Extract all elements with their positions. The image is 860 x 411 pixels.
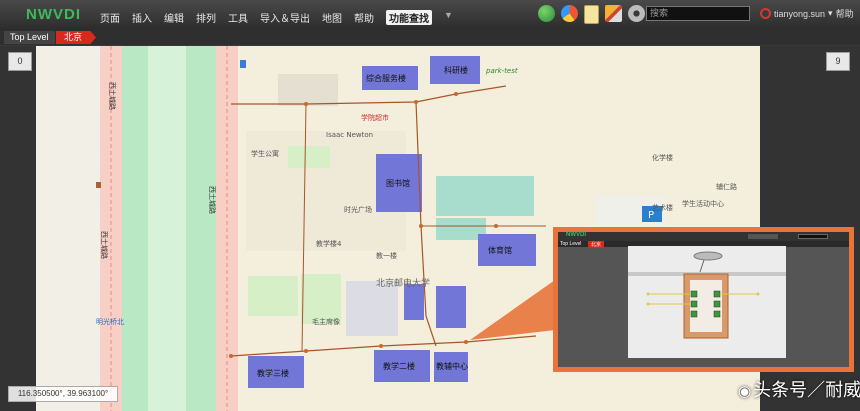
map-label-dorm: 学生公寓 bbox=[251, 149, 279, 158]
main-menu: 页面 插入 编辑 排列 工具 导入＆导出 地图 帮助 功能查找 ▼ bbox=[100, 10, 465, 25]
map-label-b4[interactable]: 体育馆 bbox=[488, 245, 512, 255]
menu-item-edit[interactable]: 编辑 bbox=[164, 10, 184, 25]
map-label-square: 时光广场 bbox=[344, 205, 372, 214]
map-label-b2[interactable]: 科研楼 bbox=[444, 65, 468, 75]
gear-icon[interactable] bbox=[628, 5, 645, 22]
username[interactable]: tianyong.sun bbox=[774, 9, 825, 19]
map-label-road-2: 西土城路 bbox=[100, 231, 109, 259]
map-label-teach1: 教一楼 bbox=[376, 251, 397, 260]
map-label-b5[interactable]: 教学三楼 bbox=[257, 368, 289, 378]
breadcrumb-current[interactable]: 北京 bbox=[56, 31, 97, 44]
globe-icon[interactable] bbox=[538, 5, 555, 22]
menu-item-tools[interactable]: 工具 bbox=[228, 10, 248, 25]
power-icon[interactable] bbox=[760, 8, 771, 19]
inset-breadcrumb-current: 北京 bbox=[588, 241, 605, 248]
map-label-fuda-road: 辅仁路 bbox=[716, 182, 737, 191]
menu-item-map[interactable]: 地图 bbox=[322, 10, 342, 25]
breadcrumb-root[interactable]: Top Level bbox=[4, 31, 55, 44]
map-label-student-center: 学生活动中心 bbox=[682, 199, 724, 208]
inset-screenshot: NWVDI Top Level 北京 bbox=[553, 227, 854, 372]
map-label-campus: 北京邮电大学 bbox=[376, 277, 430, 289]
map-label-b1[interactable]: 综合服务楼 bbox=[366, 73, 406, 83]
inset-toolbar: NWVDI bbox=[558, 232, 849, 241]
inset-logo: NWVDI bbox=[566, 232, 586, 238]
map-label-teach4: 教学楼4 bbox=[316, 239, 342, 248]
document-icon[interactable] bbox=[584, 5, 599, 24]
map-label-road-1: 西土城路 bbox=[108, 82, 117, 110]
left-counter-badge[interactable]: 0 bbox=[8, 52, 32, 71]
map-label-bridge: 明光桥北 bbox=[96, 317, 124, 326]
menu-more-icon[interactable]: ▼ bbox=[444, 10, 453, 25]
search-input[interactable]: 搜索 bbox=[646, 6, 750, 21]
map-label-b6[interactable]: 教学二楼 bbox=[383, 361, 415, 371]
inset-diagram bbox=[628, 246, 786, 358]
menu-item-import-export[interactable]: 导入＆导出 bbox=[260, 10, 310, 25]
chart-icon[interactable] bbox=[561, 5, 578, 22]
right-counter-badge[interactable]: 9 bbox=[826, 52, 850, 71]
user-menu[interactable]: tianyong.sun ▾ 帮助 bbox=[760, 7, 854, 20]
map-label-store: 学院超市 bbox=[361, 113, 389, 122]
app-logo: NWVDI bbox=[26, 6, 81, 23]
menu-item-insert[interactable]: 插入 bbox=[132, 10, 152, 25]
inset-breadcrumb-root: Top Level bbox=[560, 241, 582, 247]
map-label-road-3: 西土城路 bbox=[208, 186, 217, 214]
tools-icon[interactable] bbox=[605, 5, 622, 22]
map-label-b7[interactable]: 教辅中心 bbox=[436, 361, 468, 371]
help-link[interactable]: 帮助 bbox=[836, 7, 854, 20]
map-label-statue: 毛主席像 bbox=[312, 317, 340, 326]
top-toolbar: NWVDI 页面 插入 编辑 排列 工具 导入＆导出 地图 帮助 功能查找 ▼ … bbox=[0, 0, 860, 31]
menu-item-feature-search[interactable]: 功能查找 bbox=[386, 10, 432, 25]
coordinate-readout: 116.350500°, 39.963100° bbox=[8, 386, 118, 402]
map-label-chem: 化学楼 bbox=[652, 153, 673, 162]
left-side-panel bbox=[0, 46, 36, 411]
menu-item-help[interactable]: 帮助 bbox=[354, 10, 374, 25]
watermark: ◉头条号／耐威迪 bbox=[738, 380, 860, 401]
menu-item-page[interactable]: 页面 bbox=[100, 10, 120, 25]
map-label-newton[interactable]: Isaac Newton bbox=[326, 131, 373, 139]
chevron-down-icon[interactable]: ▾ bbox=[828, 8, 833, 19]
map-label-b3[interactable]: 图书馆 bbox=[386, 178, 410, 188]
menu-item-arrange[interactable]: 排列 bbox=[196, 10, 216, 25]
toutiao-icon: ◉ bbox=[738, 382, 752, 400]
breadcrumb-bar bbox=[0, 30, 860, 45]
inset-connector bbox=[470, 280, 555, 340]
map-label-art: 艺术楼 bbox=[652, 203, 673, 212]
map-label-park[interactable]: park-test bbox=[485, 67, 518, 75]
